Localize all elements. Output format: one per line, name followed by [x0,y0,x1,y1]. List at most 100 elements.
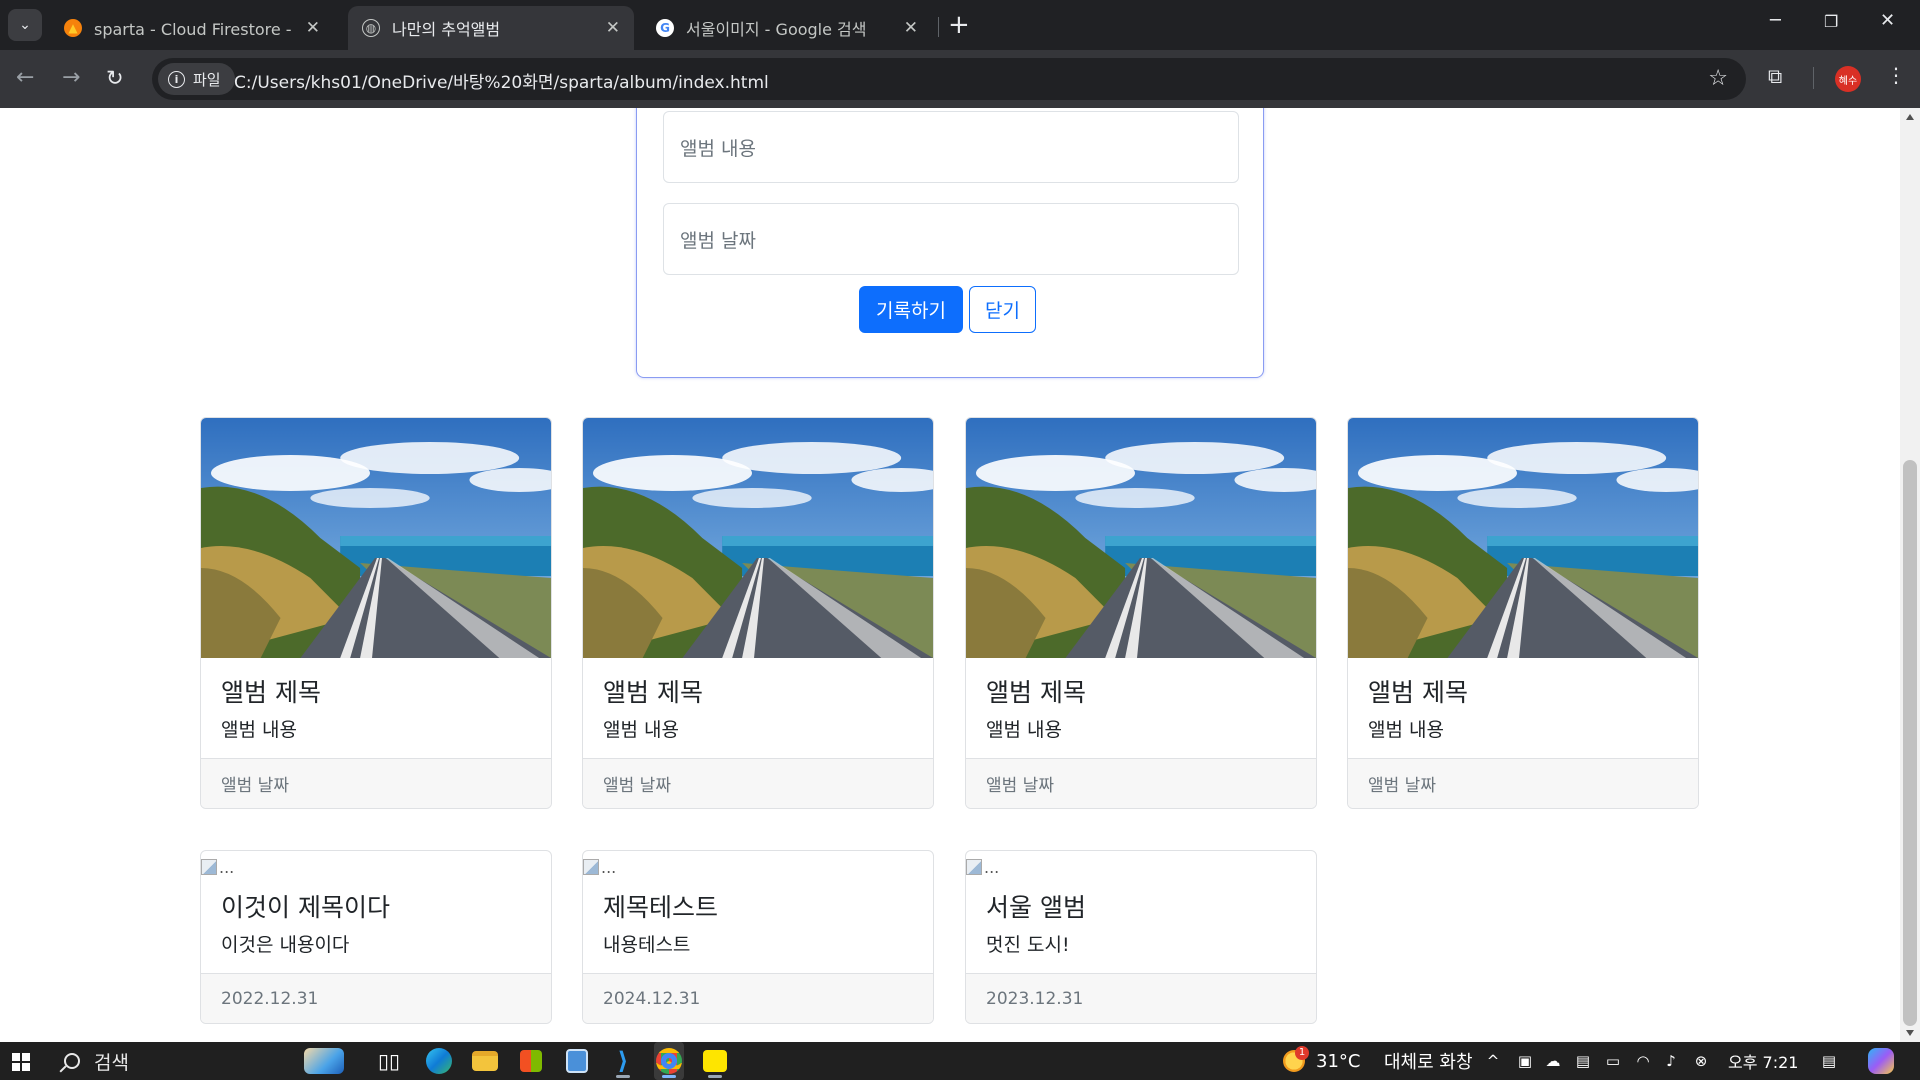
tab-search-button[interactable]: ⌄ [8,9,42,41]
album-photo [201,418,551,658]
weather-temperature[interactable]: 31°C [1316,1042,1360,1080]
card-date: 앨범 날짜 [201,758,551,808]
back-arrow-icon[interactable]: ← [16,66,34,90]
toolbar-separator [1813,67,1814,89]
scrollbar-thumb[interactable] [1903,460,1917,1026]
album-content-input[interactable]: 앨범 내용 [663,111,1239,183]
card-text: 내용테스트 [603,934,691,956]
taskbar-widget-image[interactable] [292,1042,356,1080]
album-card[interactable]: 앨범 제목 앨범 내용 앨범 날짜 [965,417,1317,809]
info-icon: i [168,70,185,88]
album-photo [966,418,1316,658]
card-date: 2023.12.31 [966,973,1316,1023]
new-tab-button[interactable]: + [948,10,970,40]
close-icon[interactable]: ✕ [904,18,918,38]
edge-browser-icon[interactable] [424,1042,454,1080]
tab-album[interactable]: ◍ 나만의 추억앨범 ✕ [348,6,634,50]
card-text: 이것은 내용이다 [221,934,350,956]
windows-start-icon[interactable] [12,1053,30,1071]
file-explorer-icon[interactable] [470,1042,500,1080]
window-close-icon[interactable]: ✕ [1880,10,1895,31]
mic-off-icon[interactable]: ⊗ [1692,1052,1710,1070]
google-icon: G [656,19,674,37]
battery-icon[interactable]: ▭ [1604,1052,1622,1070]
vscode-icon[interactable]: ⟩ [608,1042,638,1080]
broken-image-icon [583,859,599,875]
card-body: 제목테스트 내용테스트 [583,879,933,973]
card-text: 앨범 내용 [221,719,297,741]
notepad-app-icon[interactable] [562,1042,592,1080]
card-title: 서울 앨범 [986,893,1086,922]
copilot-icon[interactable] [1866,1042,1896,1080]
album-card[interactable]: 앨범 제목 앨범 내용 앨범 날짜 [1347,417,1699,809]
album-card[interactable]: ... 서울 앨범 멋진 도시! 2023.12.31 [965,850,1317,1024]
reload-icon[interactable]: ↻ [106,66,124,90]
broken-image: ... [583,851,933,879]
chevron-down-icon: ⌄ [19,17,31,33]
microsoft-store-icon[interactable] [516,1042,546,1080]
browser-toolbar: ← → ↻ i 파일 C:/Users/khs01/OneDrive/바탕%20… [0,50,1920,108]
chevron-up-icon[interactable]: ^ [1484,1052,1502,1070]
album-card[interactable]: ... 이것이 제목이다 이것은 내용이다 2022.12.31 [200,850,552,1024]
taskbar-search[interactable]: 검색 [44,1042,284,1080]
card-text: 앨범 내용 [1368,719,1444,741]
onedrive-cloud-icon[interactable]: ☁ [1544,1052,1562,1070]
card-date: 앨범 날짜 [966,758,1316,808]
volume-icon[interactable]: ♪ [1662,1052,1680,1070]
taskbar-clock[interactable]: 오후 7:21 [1728,1042,1798,1080]
tray-app-icon[interactable]: ▤ [1574,1052,1592,1070]
close-button[interactable]: 닫기 [969,286,1036,333]
album-card[interactable]: ... 제목테스트 내용테스트 2024.12.31 [582,850,934,1024]
tray-device-icon[interactable]: ▣ [1516,1052,1534,1070]
card-date: 2022.12.31 [201,973,551,1023]
broken-image: ... [966,851,1316,879]
album-date-input[interactable]: 앨범 날짜 [663,203,1239,275]
card-body: 이것이 제목이다 이것은 내용이다 [201,879,551,973]
broken-image: ... [201,851,551,879]
record-button[interactable]: 기록하기 [859,286,963,333]
card-date: 앨범 날짜 [1348,758,1698,808]
browser-tab-bar: ⌄ ▲ sparta - Cloud Firestore - 데이 ✕ ◍ 나만… [0,0,1920,50]
profile-avatar[interactable]: 혜수 [1835,66,1861,92]
album-card[interactable]: 앨범 제목 앨범 내용 앨범 날짜 [200,417,552,809]
scroll-down-arrow-icon[interactable] [1906,1030,1914,1036]
address-bar[interactable]: i 파일 C:/Users/khs01/OneDrive/바탕%20화면/spa… [152,58,1746,100]
card-text: 멋진 도시! [986,934,1070,956]
page-viewport: 앨범 내용 앨범 날짜 기록하기 닫기 앨범 제목 앨범 내용 앨범 날짜 앨범… [0,108,1900,1042]
url-text[interactable]: C:/Users/khs01/OneDrive/바탕%20화면/sparta/a… [234,68,769,93]
task-view-icon[interactable]: ▯▯ [374,1042,404,1080]
widget-illustration-icon [304,1048,344,1074]
weather-description[interactable]: 대체로 화창 [1384,1042,1473,1080]
wifi-icon[interactable]: ◠ [1634,1052,1652,1070]
tab-firestore[interactable]: ▲ sparta - Cloud Firestore - 데이 ✕ [50,6,334,50]
tab-google-search[interactable]: G 서울이미지 - Google 검색 ✕ [642,6,932,50]
site-info-chip[interactable]: i 파일 [158,63,235,95]
windows-taskbar: 검색 ▯▯ ⟩ 1 31°C 대체로 화창 ^ ▣ ☁ ▤ ▭ ◠ ♪ ⊗ 오후… [0,1042,1920,1080]
close-icon[interactable]: ✕ [606,18,620,38]
chrome-browser-icon[interactable] [654,1042,684,1080]
album-form: 앨범 내용 앨범 날짜 기록하기 닫기 [636,108,1264,378]
card-title: 앨범 제목 [1368,678,1468,707]
firebase-icon: ▲ [64,19,82,37]
broken-image-icon [966,859,982,875]
album-content-placeholder: 앨범 내용 [680,137,756,160]
bookmark-star-icon[interactable]: ☆ [1708,66,1728,91]
page-scrollbar[interactable] [1900,108,1920,1042]
card-body: 앨범 제목 앨범 내용 [1348,658,1698,758]
kebab-menu-icon[interactable]: ⋮ [1886,63,1906,87]
close-icon[interactable]: ✕ [306,18,320,38]
tab-separator [938,17,939,37]
kakaotalk-icon[interactable] [700,1042,730,1080]
card-text: 앨범 내용 [986,719,1062,741]
scroll-up-arrow-icon[interactable] [1906,114,1914,120]
search-icon [64,1053,80,1069]
extensions-puzzle-icon[interactable]: ⧉ [1768,64,1782,88]
card-body: 앨범 제목 앨범 내용 [966,658,1316,758]
card-body: 앨범 제목 앨범 내용 [201,658,551,758]
forward-arrow-icon[interactable]: → [62,66,80,90]
minimize-icon[interactable]: ─ [1770,10,1781,31]
restore-icon[interactable]: ❐ [1824,12,1838,31]
card-body: 앨범 제목 앨범 내용 [583,658,933,758]
notification-icon[interactable]: ▤ [1820,1052,1838,1070]
album-card[interactable]: 앨범 제목 앨범 내용 앨범 날짜 [582,417,934,809]
